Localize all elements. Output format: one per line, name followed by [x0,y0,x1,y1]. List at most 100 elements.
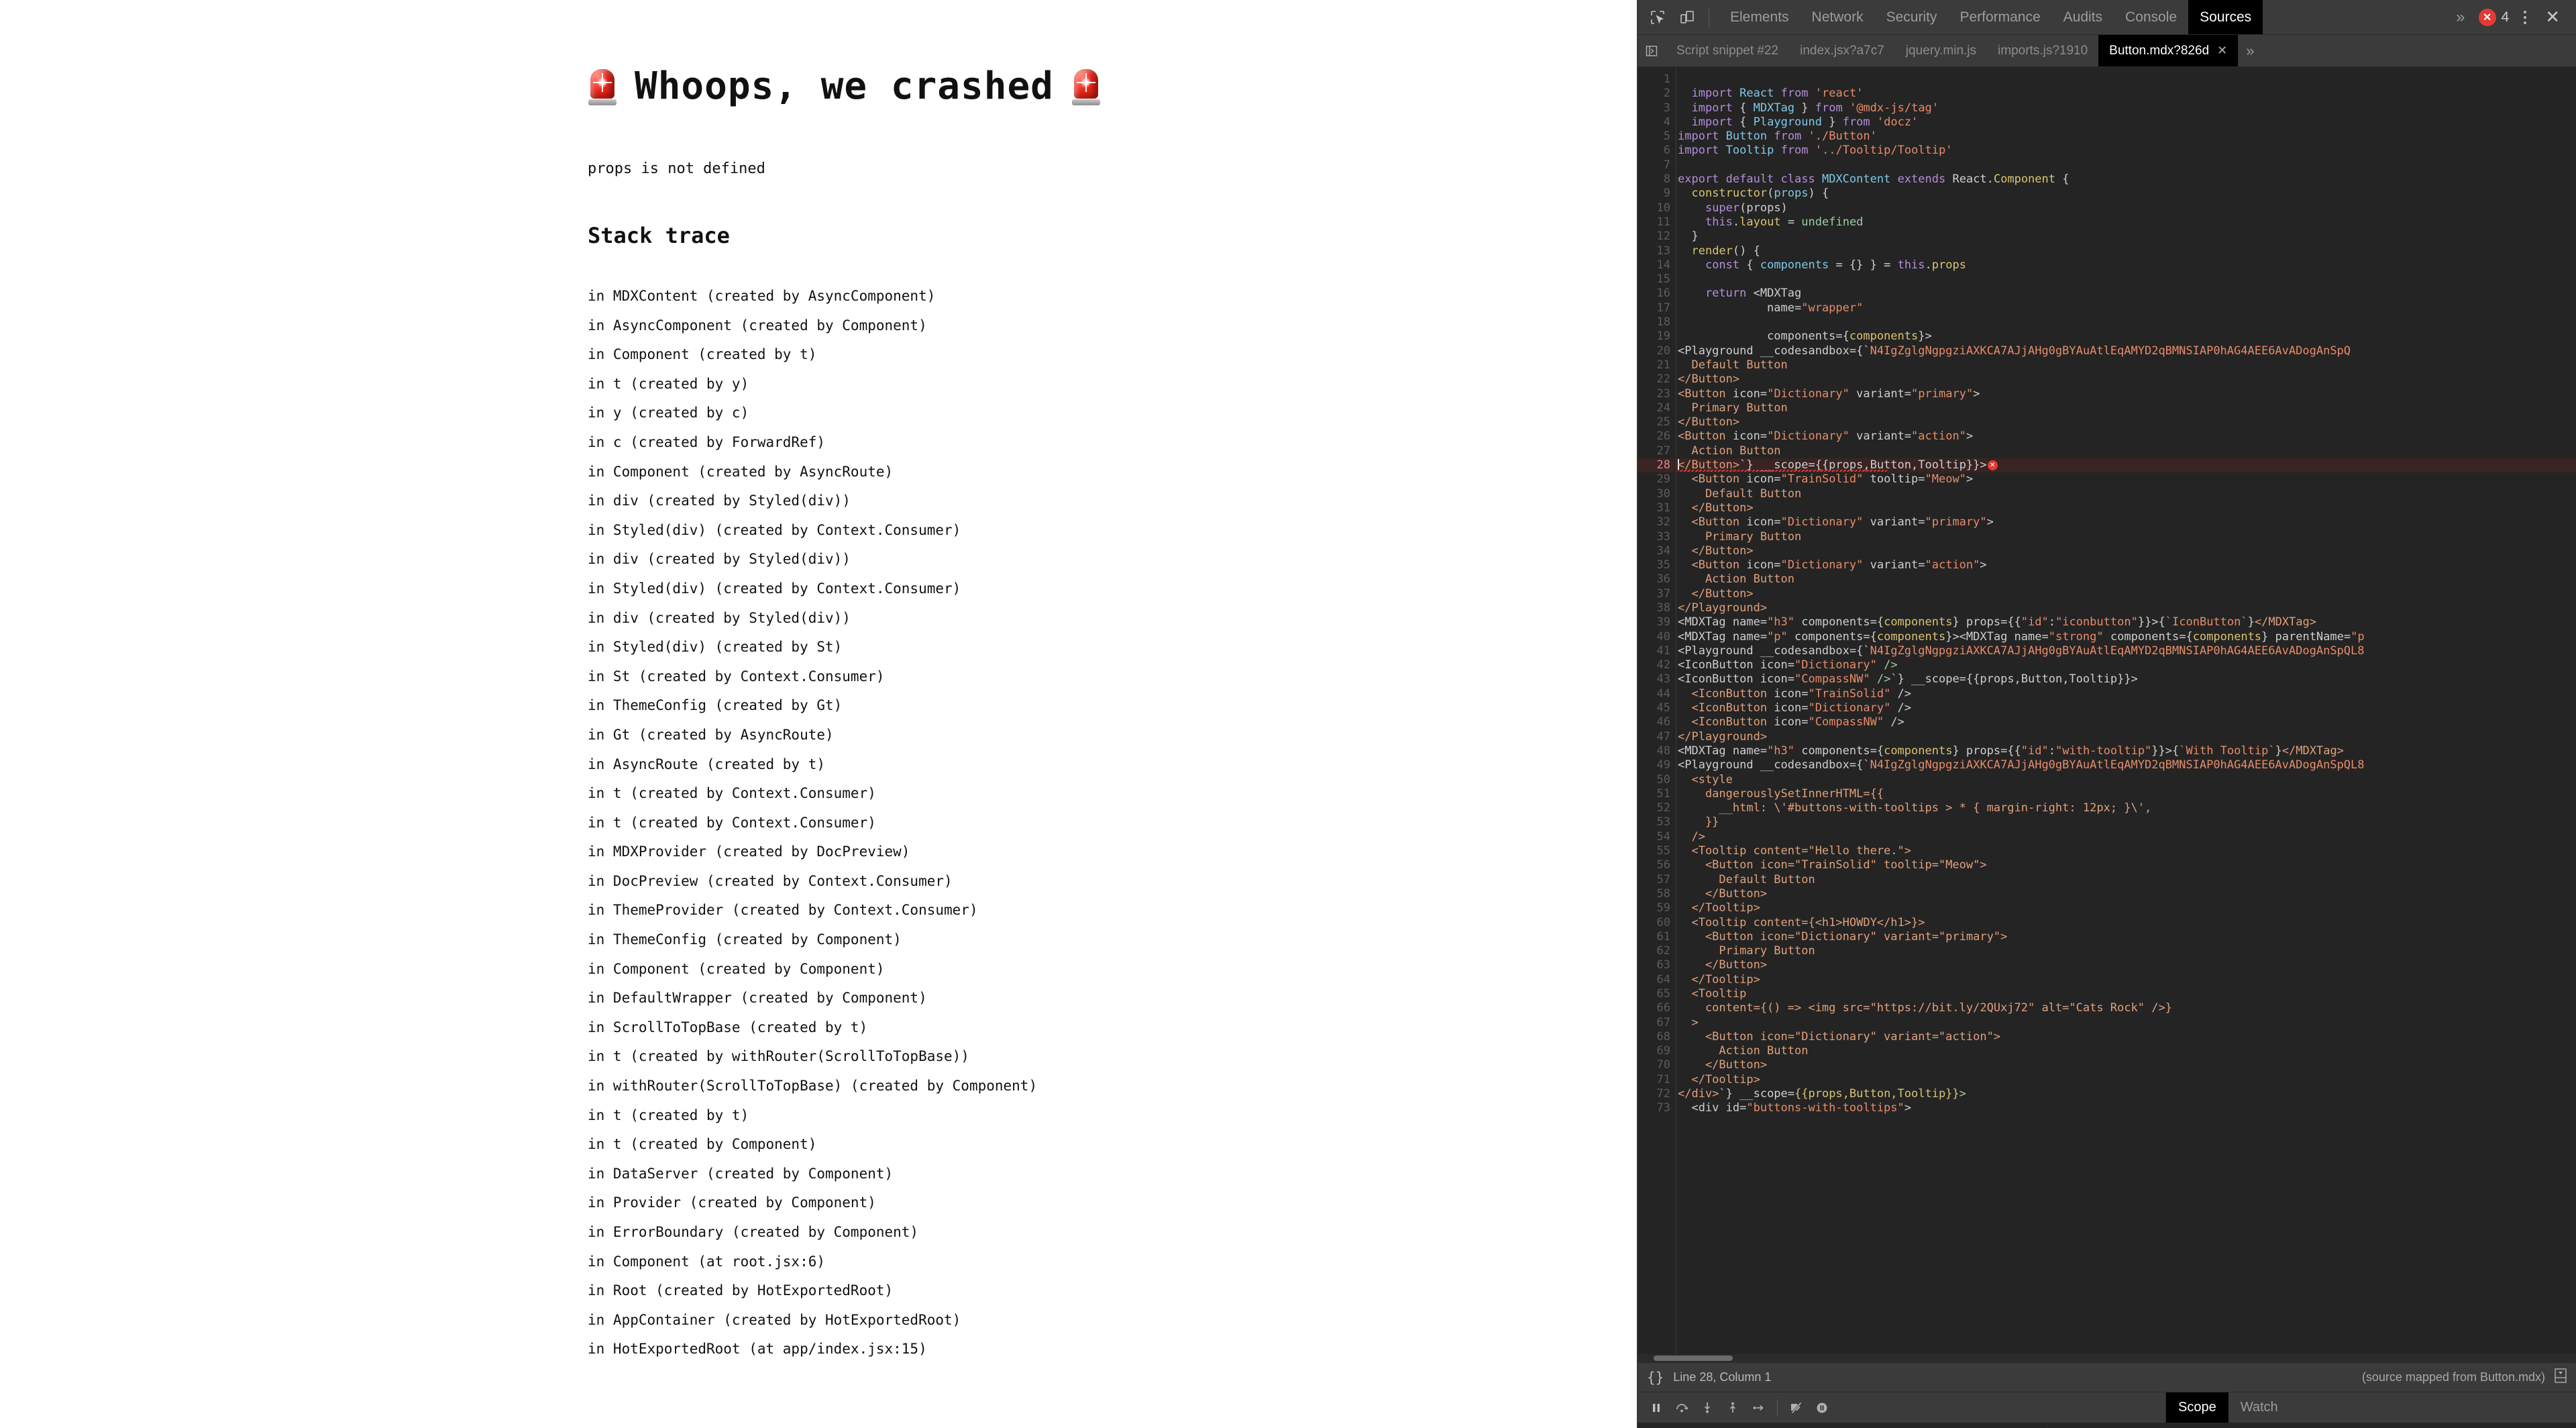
step-into-button[interactable] [1695,1396,1719,1420]
line-number[interactable]: 69 [1638,1044,1676,1058]
show-navigator-icon[interactable] [1638,35,1666,66]
code-line[interactable] [1676,158,2576,172]
line-number[interactable]: 28 [1638,458,1676,473]
code-line[interactable]: components={components}> [1676,329,2576,344]
code-line[interactable]: <Button icon="Dictionary" variant="prima… [1676,930,2576,944]
code-line[interactable]: Primary Button [1676,944,2576,958]
step-button[interactable] [1746,1396,1770,1420]
line-number[interactable]: 14 [1638,258,1676,272]
side-tab-scope[interactable]: Scope [2166,1392,2229,1423]
code-line[interactable]: Default Button [1676,358,2576,372]
code-line[interactable]: return <MDXTag [1676,287,2576,301]
code-line[interactable]: name="wrapper" [1676,301,2576,315]
tab-network[interactable]: Network [1801,0,1875,34]
code-line[interactable]: /> [1676,830,2576,844]
code-line[interactable]: </Button> [1676,372,2576,387]
tab-elements[interactable]: Elements [1719,0,1801,34]
code-line[interactable]: Primary Button [1676,530,2576,544]
code-line[interactable]: <style [1676,773,2576,787]
code-line[interactable]: <Playground __codesandbox={`N4IgZglgNgpg… [1676,344,2576,358]
line-number[interactable]: 44 [1638,687,1676,701]
source-file-tab[interactable]: Button.mdx?826d ✕ [2098,35,2239,66]
line-number[interactable]: 4 [1638,115,1676,130]
line-number[interactable]: 7 [1638,158,1676,172]
code-line[interactable]: <Tooltip [1676,987,2576,1001]
source-file-tab[interactable]: imports.js?1910 [1987,35,2098,66]
editor-horizontal-scrollbar[interactable] [1638,1354,2576,1362]
code-line[interactable]: </Button> [1676,501,2576,515]
code-line[interactable]: constructor(props) { [1676,187,2576,201]
line-number[interactable]: 45 [1638,701,1676,715]
code-line[interactable]: content={() => <img src="https://bit.ly/… [1676,1001,2576,1015]
line-number[interactable]: 32 [1638,515,1676,529]
code-line[interactable]: </Button> [1676,887,2576,901]
line-number[interactable]: 18 [1638,315,1676,329]
line-number[interactable]: 5 [1638,130,1676,144]
tab-console[interactable]: Console [2114,0,2188,34]
code-line[interactable]: <Playground __codesandbox={`N4IgZglgNgpg… [1676,644,2576,658]
code-line[interactable]: <MDXTag name="h3" components={components… [1676,615,2576,629]
code-line[interactable]: this.layout = undefined [1676,215,2576,230]
code-content[interactable]: import React from 'react' import { MDXTa… [1676,67,2576,1354]
code-line[interactable]: <Button icon="Dictionary" variant="prima… [1676,515,2576,529]
line-number[interactable]: 54 [1638,830,1676,844]
line-number[interactable]: 68 [1638,1030,1676,1044]
line-number[interactable]: 40 [1638,630,1676,644]
code-line[interactable]: <Playground __codesandbox={`N4IgZglgNgpg… [1676,758,2576,772]
line-number[interactable]: 48 [1638,744,1676,758]
line-number[interactable]: 27 [1638,444,1676,458]
line-number[interactable]: 16 [1638,287,1676,301]
device-toolbar-icon[interactable] [1674,4,1701,31]
line-number[interactable]: 29 [1638,472,1676,487]
more-tabs-icon[interactable]: » [2447,0,2474,34]
code-line[interactable]: const { components = {} } = this.props [1676,258,2576,272]
line-number[interactable]: 41 [1638,644,1676,658]
source-file-tab[interactable]: Script snippet #22 [1666,35,1789,66]
code-line[interactable]: <Button icon="Dictionary" variant="actio… [1676,429,2576,444]
line-number[interactable]: 39 [1638,615,1676,629]
code-line[interactable]: Action Button [1676,444,2576,458]
code-line[interactable]: <Tooltip content="Hello there."> [1676,844,2576,858]
line-number[interactable]: 2 [1638,87,1676,101]
line-number[interactable]: 3 [1638,101,1676,115]
line-number[interactable]: 50 [1638,773,1676,787]
line-number[interactable]: 72 [1638,1087,1676,1101]
code-line[interactable]: <Button icon="TrainSolid" tooltip="Meow"… [1676,472,2576,487]
tab-sources[interactable]: Sources [2188,0,2263,34]
line-number[interactable]: 65 [1638,987,1676,1001]
code-line[interactable]: import { Playground } from 'docz' [1676,115,2576,130]
show-drawer-icon[interactable] [2553,1367,2568,1388]
code-line[interactable]: > [1676,1016,2576,1030]
line-number[interactable]: 13 [1638,244,1676,258]
deactivate-breakpoints-button[interactable] [1784,1396,1809,1420]
code-line[interactable]: <IconButton icon="Dictionary" /> [1676,701,2576,715]
line-number[interactable]: 24 [1638,401,1676,415]
line-number[interactable]: 61 [1638,930,1676,944]
line-number[interactable]: 35 [1638,558,1676,572]
line-number[interactable]: 36 [1638,572,1676,586]
code-line[interactable]: import { MDXTag } from '@mdx-js/tag' [1676,101,2576,115]
line-number[interactable]: 57 [1638,873,1676,887]
pretty-print-icon[interactable]: {} [1647,1370,1664,1386]
line-number[interactable]: 23 [1638,387,1676,401]
code-line-error[interactable]: </Button>`} __scope={{props,Button,Toolt… [1676,458,2576,473]
code-line[interactable]: import React from 'react' [1676,87,2576,101]
code-line[interactable]: __html: \'#buttons-with-tooltips > * { m… [1676,801,2576,815]
code-line[interactable]: <IconButton icon="TrainSolid" /> [1676,687,2576,701]
line-number[interactable]: 20 [1638,344,1676,358]
code-line[interactable]: <MDXTag name="h3" components={components… [1676,744,2576,758]
tab-security[interactable]: Security [1875,0,1949,34]
code-line[interactable]: <IconButton icon="CompassNW" />`} __scop… [1676,672,2576,686]
code-line[interactable]: </Playground> [1676,601,2576,615]
source-code-editor[interactable]: 1 2 3 4 5 6 7 8 9 10 11 12 13 14 15 16 17 18 19 20 21 22 23 24 2… [1638,67,2576,1354]
pause-on-exceptions-button[interactable] [1810,1396,1834,1420]
code-line[interactable]: export default class MDXContent extends … [1676,172,2576,187]
code-line[interactable]: <IconButton icon="Dictionary" /> [1676,658,2576,672]
line-number[interactable]: 52 [1638,801,1676,815]
step-over-button[interactable] [1670,1396,1694,1420]
line-number[interactable]: 59 [1638,901,1676,915]
code-line[interactable]: <Tooltip content={<h1>HOWDY</h1>}> [1676,916,2576,930]
close-file-tab-icon[interactable]: ✕ [2217,44,2227,58]
code-line[interactable]: } [1676,230,2576,244]
close-icon[interactable]: ✕ [2537,7,2568,28]
